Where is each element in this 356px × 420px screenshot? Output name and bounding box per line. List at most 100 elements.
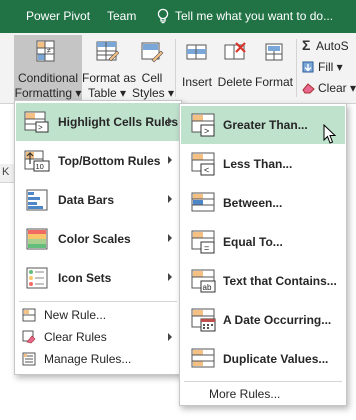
delete-label: Delete — [217, 75, 253, 89]
delete-cells-icon — [223, 39, 247, 65]
menu-item-clear-rules[interactable]: Clear Rules — [16, 326, 180, 348]
menu-item-label: Greater Than... — [223, 118, 308, 132]
menu-item-top-bottom-rules[interactable]: 10 Top/Bottom Rules — [16, 142, 180, 180]
menu-item-label: Duplicate Values... — [223, 352, 329, 366]
format-button[interactable]: Format — [254, 35, 294, 101]
insert-cells-icon — [185, 39, 209, 65]
format-as-table-button[interactable]: Format as Table ▾ — [82, 35, 137, 101]
column-header-row: K — [0, 164, 15, 183]
menu-item-label: Equal To... — [223, 235, 283, 249]
menu-item-label: Data Bars — [58, 193, 115, 207]
insert-button[interactable]: Insert — [178, 35, 216, 101]
greater-than-icon: > — [191, 112, 217, 138]
menu-item-text-that-contains[interactable]: ab Text that Contains... — [181, 262, 345, 300]
conditional-formatting-label-1: Conditional — [17, 71, 79, 85]
manage-rules-icon — [22, 352, 36, 366]
delete-button[interactable]: Delete — [216, 35, 254, 101]
svg-text:ab: ab — [203, 283, 212, 292]
ribbon-group-divider — [175, 39, 176, 97]
tab-power-pivot[interactable]: Power Pivot — [26, 9, 90, 23]
menu-item-label: Text that Contains... — [223, 274, 337, 288]
menu-item-less-than[interactable]: < Less Than... — [181, 145, 345, 183]
highlight-cells-rules-submenu: > Greater Than... < Less Than... Between… — [179, 103, 347, 406]
chevron-right-icon — [168, 234, 172, 242]
tell-me-search[interactable]: Tell me what you want to do... — [175, 9, 333, 23]
chevron-right-icon — [168, 273, 172, 281]
lightbulb-icon — [156, 8, 170, 24]
menu-item-greater-than[interactable]: > Greater Than... — [181, 106, 345, 144]
color-scales-icon — [24, 228, 50, 250]
menu-item-more-rules[interactable]: More Rules... — [181, 383, 345, 405]
autosum-label: AutoS — [316, 39, 349, 53]
chevron-right-icon — [168, 333, 172, 341]
menu-item-label: Color Scales — [58, 232, 131, 246]
format-cells-icon — [262, 39, 286, 65]
menu-item-highlight-cells-rules[interactable]: > Highlight Cells Rules — [16, 103, 180, 141]
menu-item-label: A Date Occurring... — [223, 313, 332, 327]
conditional-formatting-menu: > Highlight Cells Rules 10 Top/Bottom Ru… — [14, 100, 182, 375]
conditional-formatting-label-2: Formatting ▾ — [14, 86, 82, 100]
svg-text:>: > — [204, 126, 209, 136]
cell-styles-label-1: Cell — [141, 71, 163, 85]
fill-label: Fill ▾ — [318, 60, 343, 74]
menu-item-label: New Rule... — [44, 308, 107, 322]
sigma-icon: Σ — [302, 37, 311, 53]
chevron-right-icon — [168, 117, 172, 125]
menu-divider — [19, 301, 177, 302]
menu-item-label: Less Than... — [223, 157, 293, 171]
menu-item-data-bars[interactable]: Data Bars — [16, 181, 180, 219]
data-bars-icon — [24, 189, 50, 211]
svg-text:<: < — [204, 165, 209, 175]
table-format-icon — [95, 39, 120, 65]
svg-text:10: 10 — [36, 162, 44, 171]
svg-text:>: > — [38, 123, 43, 132]
menu-item-label: Between... — [223, 196, 283, 210]
equal-to-icon: = — [191, 229, 217, 255]
menu-item-between[interactable]: Between... — [181, 184, 345, 222]
menu-item-manage-rules[interactable]: Manage Rules... — [16, 348, 180, 370]
tab-team[interactable]: Team — [107, 9, 136, 23]
less-than-icon: < — [191, 151, 217, 177]
cell-styles-label-2: Styles ▾ — [132, 86, 175, 100]
menu-item-label: Clear Rules — [44, 330, 107, 344]
text-contains-icon: ab — [191, 268, 217, 294]
menu-item-color-scales[interactable]: Color Scales — [16, 220, 180, 258]
menu-item-a-date-occurring[interactable]: A Date Occurring... — [181, 301, 345, 339]
insert-label: Insert — [181, 75, 212, 89]
format-label: Format — [254, 75, 293, 89]
new-rule-icon — [22, 308, 36, 322]
menu-item-label: Manage Rules... — [44, 352, 132, 366]
duplicate-values-icon — [191, 346, 217, 372]
menu-item-icon-sets[interactable]: Icon Sets — [16, 259, 180, 297]
chevron-right-icon — [168, 195, 172, 203]
ribbon-home: ≠ Conditional Formatting ▾ Format as Tab… — [0, 33, 356, 104]
conditional-formatting-button[interactable]: ≠ Conditional Formatting ▾ — [14, 35, 82, 101]
highlight-cells-icon: > — [24, 111, 50, 133]
svg-text:=: = — [204, 243, 209, 253]
clear-rules-icon — [22, 330, 36, 344]
menu-divider — [184, 381, 342, 382]
cell-styles-icon — [140, 39, 164, 65]
mouse-pointer-icon — [323, 123, 337, 145]
format-as-table-label-1: Format as — [82, 71, 137, 85]
ribbon-tab-bar: Power Pivot Team Tell me what you want t… — [0, 0, 356, 33]
eraser-icon — [302, 82, 315, 94]
top-bottom-icon: 10 — [24, 150, 50, 172]
menu-item-label: Top/Bottom Rules — [58, 154, 161, 168]
between-icon — [191, 190, 217, 216]
calendar-icon — [191, 307, 217, 333]
column-header-letter: K — [2, 166, 10, 178]
menu-item-equal-to[interactable]: = Equal To... — [181, 223, 345, 261]
chevron-right-icon — [168, 156, 172, 164]
menu-item-label: Icon Sets — [58, 271, 112, 285]
format-as-table-label-2: Table ▾ — [87, 86, 127, 100]
icon-sets-icon — [24, 267, 50, 289]
menu-item-duplicate-values[interactable]: Duplicate Values... — [181, 340, 345, 378]
clear-label: Clear ▾ — [318, 81, 356, 95]
menu-item-label: More Rules... — [209, 387, 281, 401]
menu-item-label: Highlight Cells Rules — [58, 115, 179, 129]
cell-styles-button[interactable]: Cell Styles ▾ — [132, 35, 175, 101]
menu-item-new-rule[interactable]: New Rule... — [16, 304, 180, 326]
fill-down-icon — [302, 61, 314, 73]
conditional-formatting-icon: ≠ — [36, 39, 60, 65]
